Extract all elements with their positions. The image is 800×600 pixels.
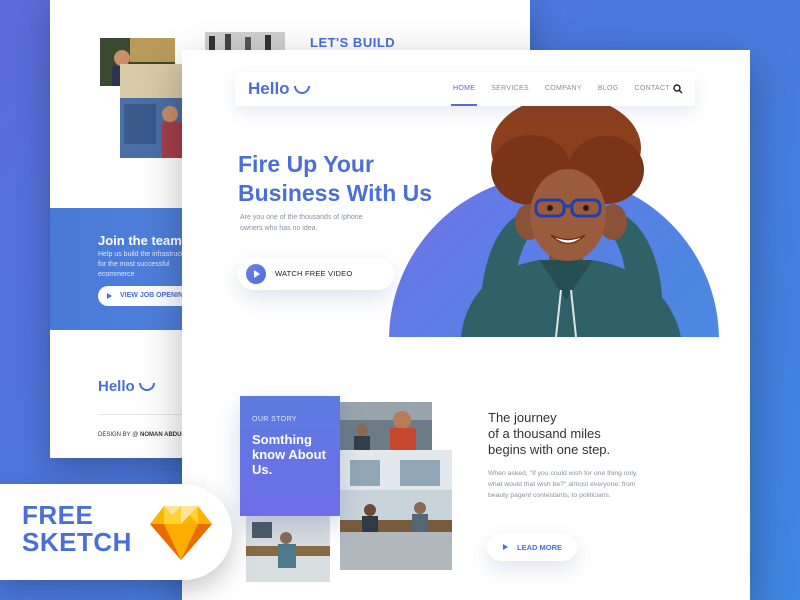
- nav-item-company[interactable]: COMPANY: [545, 72, 582, 106]
- meeting-photo: [205, 32, 285, 50]
- journey-title-line2: of a thousand miles: [488, 426, 601, 441]
- story-kicker: OUR STORY: [252, 416, 297, 423]
- nav-item-blog[interactable]: BLOG: [598, 72, 619, 106]
- back-logo-text: Hello: [98, 378, 135, 395]
- site-logo[interactable]: Hello: [248, 79, 310, 99]
- play-arrow-icon: [107, 293, 112, 299]
- lead-more-label: LEAD MORE: [517, 543, 562, 552]
- smile-icon: [293, 85, 310, 94]
- team-photo: [340, 402, 432, 452]
- sketch-logo-icon: [150, 506, 212, 560]
- nav-item-services[interactable]: SERVICES: [491, 72, 529, 106]
- hero-title-line2: Business With Us: [238, 180, 433, 206]
- hero-title: Fire Up Your Business With Us: [238, 150, 478, 208]
- office-photo: [340, 450, 452, 570]
- journey-text: When asked, "If you could wish for one t…: [488, 470, 638, 499]
- main-page-preview: Hello HOME SERVICES COMPANY BLOG CONTACT…: [182, 50, 750, 600]
- credit-prefix: DESIGN BY @: [98, 432, 139, 438]
- journey-title-line1: The journey: [488, 410, 557, 425]
- nav-links: HOME SERVICES COMPANY BLOG CONTACT: [450, 72, 686, 106]
- hero-title-line1: Fire Up Your: [238, 151, 374, 177]
- hero-person-image: [461, 100, 681, 337]
- search-icon[interactable]: [673, 84, 683, 94]
- navbar: Hello HOME SERVICES COMPANY BLOG CONTACT: [235, 72, 695, 106]
- nav-item-home[interactable]: HOME: [450, 72, 478, 106]
- back-page-logo: Hello: [98, 378, 155, 395]
- join-team-title: Join the team: [98, 233, 182, 248]
- watch-video-button[interactable]: WATCH FREE VIDEO: [238, 258, 394, 290]
- badge-line1: FREE: [22, 500, 94, 530]
- play-arrow-icon: [503, 544, 508, 550]
- journey-title-line3: begins with one step.: [488, 442, 611, 457]
- lead-more-button[interactable]: LEAD MORE: [487, 533, 577, 561]
- badge-text: FREE SKETCH: [22, 502, 132, 556]
- journey-title: The journey of a thousand miles begins w…: [488, 410, 648, 458]
- hero-subtitle: Are you one of the thousands of Iphone o…: [240, 214, 363, 232]
- nav-item-contact[interactable]: CONTACT: [635, 72, 670, 106]
- back-page-title: LET'S BUILD: [310, 35, 396, 50]
- free-sketch-badge: FREE SKETCH: [0, 484, 232, 580]
- our-story-card: OUR STORY Somthing know About Us.: [240, 396, 340, 516]
- office-photo: [120, 64, 182, 158]
- watch-video-label: WATCH FREE VIDEO: [275, 269, 353, 278]
- smile-icon: [138, 383, 155, 392]
- badge-line2: SKETCH: [22, 527, 132, 557]
- workspace-photo: [246, 516, 330, 582]
- story-title: Somthing know About Us.: [252, 432, 326, 477]
- site-logo-text: Hello: [248, 79, 290, 98]
- play-icon: [246, 264, 266, 284]
